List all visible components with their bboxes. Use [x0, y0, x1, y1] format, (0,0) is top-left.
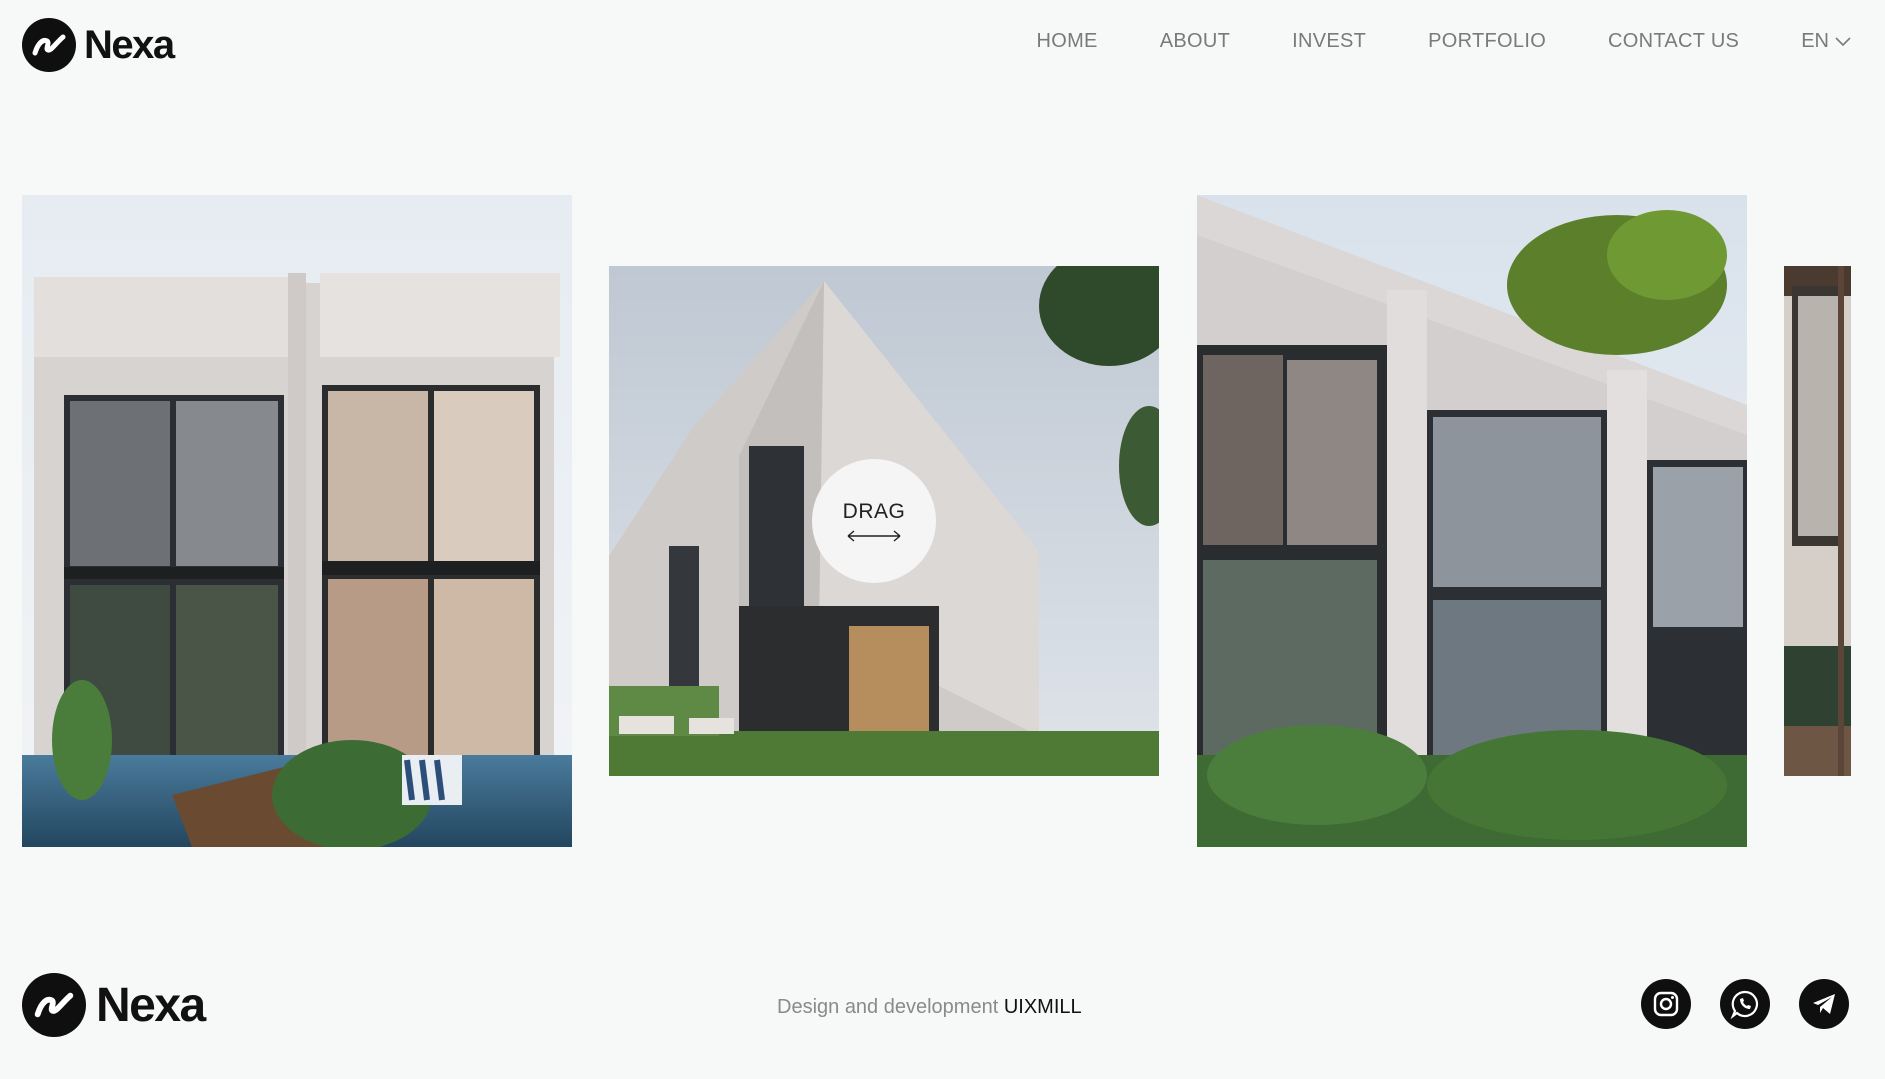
- site-header: Nexa HOME ABOUT INVEST PORTFOLIO CONTACT…: [0, 0, 1885, 92]
- telegram-button[interactable]: [1799, 979, 1849, 1029]
- language-selector[interactable]: EN: [1801, 30, 1851, 53]
- header-logo[interactable]: Nexa: [22, 18, 175, 72]
- chevron-down-icon: [1835, 36, 1851, 46]
- whatsapp-icon: [1730, 990, 1759, 1019]
- slide-interior-partial[interactable]: [1784, 266, 1851, 776]
- villa-pool-image: [22, 195, 572, 847]
- portfolio-slider[interactable]: [0, 195, 1885, 850]
- slide-villa-palms[interactable]: [1197, 195, 1747, 847]
- credit-line: Design and development UIXMILL: [777, 996, 1082, 1019]
- instagram-icon: [1653, 991, 1679, 1017]
- instagram-button[interactable]: [1641, 979, 1691, 1029]
- drag-label: DRAG: [842, 500, 906, 523]
- brand-name: Nexa: [84, 22, 175, 67]
- nav-home[interactable]: HOME: [1036, 30, 1097, 53]
- drag-handle[interactable]: DRAG: [812, 459, 936, 583]
- interior-partial-image: [1784, 266, 1851, 776]
- slide-villa-pool[interactable]: [22, 195, 572, 847]
- whatsapp-button[interactable]: [1720, 979, 1770, 1029]
- nexa-swoosh-icon: [22, 18, 76, 72]
- nav-portfolio[interactable]: PORTFOLIO: [1428, 30, 1546, 53]
- double-arrow-icon: [847, 530, 901, 542]
- credit-link[interactable]: UIXMILL: [1004, 996, 1082, 1018]
- telegram-icon: [1813, 994, 1835, 1014]
- main-nav: HOME ABOUT INVEST PORTFOLIO CONTACT US E…: [974, 30, 1851, 53]
- nav-invest[interactable]: INVEST: [1292, 30, 1366, 53]
- social-links: [1612, 979, 1849, 1029]
- nexa-swoosh-icon: [22, 973, 86, 1037]
- language-label: EN: [1801, 30, 1829, 52]
- credit-text: Design and development: [777, 996, 999, 1018]
- villa-palms-image: [1197, 195, 1747, 847]
- footer-brand-name: Nexa: [96, 978, 206, 1032]
- nav-contact-us[interactable]: CONTACT US: [1608, 30, 1739, 53]
- footer-logo[interactable]: Nexa: [22, 973, 206, 1037]
- nav-about[interactable]: ABOUT: [1160, 30, 1230, 53]
